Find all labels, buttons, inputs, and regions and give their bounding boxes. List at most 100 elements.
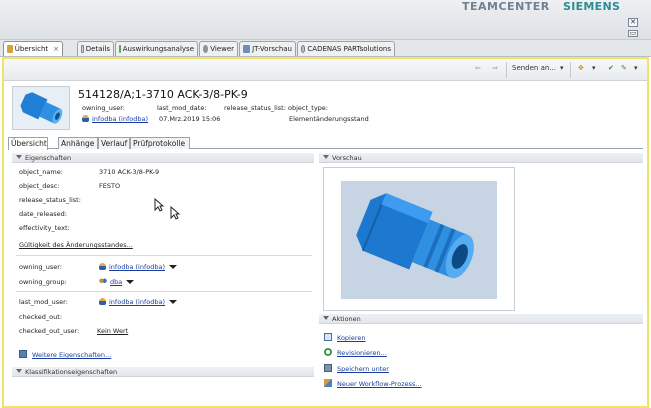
send-to-dropdown-icon[interactable]: ▾ <box>560 64 564 72</box>
copy-icon <box>324 333 332 341</box>
divider <box>16 291 312 292</box>
refresh-dropdown-icon[interactable]: ▾ <box>592 64 596 72</box>
tab-label: Übersicht <box>14 45 49 53</box>
classification-section-header[interactable]: Klassifikationseigenschaften <box>12 367 314 377</box>
properties-section-header[interactable]: Eigenschaften <box>12 153 314 163</box>
send-to-button[interactable]: Senden an... <box>512 64 556 72</box>
owning-user-label: owning_user: <box>19 263 62 271</box>
object-title: 514128/A;1-3710 ACK-3/8-PK-9 <box>78 88 248 101</box>
tab-uebersicht[interactable]: Übersicht × <box>3 41 63 56</box>
action-speichern-unter[interactable]: Speichern unter <box>324 364 389 373</box>
action-kopieren[interactable]: Kopieren <box>324 333 366 342</box>
action-neuer-workflow[interactable]: Neuer Workflow-Prozess... <box>324 379 422 388</box>
window-close-icon[interactable]: ✕ <box>628 18 638 27</box>
jt-preview-icon <box>243 45 251 53</box>
object-name-label: object_name: <box>19 168 63 176</box>
tab-jt-vorschau[interactable]: JT-Vorschau <box>239 41 296 56</box>
teamcenter-logo: TEAMCENTER <box>462 0 550 13</box>
checked-out-user-value[interactable]: Kein Wert <box>97 327 128 335</box>
subtab-uebersicht[interactable]: Übersicht <box>8 137 48 150</box>
collapse-icon <box>323 155 329 159</box>
collapse-icon <box>323 316 329 320</box>
header-label-object-type: object_type: <box>288 104 328 112</box>
overview-icon <box>7 45 13 53</box>
divider <box>16 255 312 256</box>
tab-auswirkungsanalyse[interactable]: Auswirkungsanalyse <box>115 41 198 56</box>
tab-label: Viewer <box>210 45 234 53</box>
editor-toolbar: ⇐ ⇒ Senden an... ▾ ✥ ▾ ✔ ✎ ▾ <box>4 59 647 81</box>
preview-section-header[interactable]: Vorschau <box>319 153 643 163</box>
collapse-icon <box>16 155 22 159</box>
refresh-icon[interactable]: ✥ <box>578 64 584 72</box>
subtab-verlauf[interactable]: Verlauf <box>98 137 130 149</box>
toolbar-divider <box>570 62 571 78</box>
window-restore-icon[interactable]: ▭ <box>628 30 638 37</box>
forward-arrow-icon[interactable]: ⇒ <box>492 64 498 72</box>
header-label-release-status: release_status_list: <box>224 104 286 112</box>
part-thumbnail <box>12 86 70 130</box>
owning-group-field[interactable]: dba <box>99 278 135 286</box>
check-icon[interactable]: ✔ <box>608 64 614 72</box>
tab-label: Auswirkungsanalyse <box>122 45 194 53</box>
revise-icon <box>324 348 332 356</box>
back-arrow-icon[interactable]: ⇐ <box>475 64 481 72</box>
tab-label: CADENAS PARTsolutions <box>307 45 391 53</box>
owning-user-dropdown-icon[interactable] <box>169 265 177 269</box>
details-icon <box>81 45 84 53</box>
part-preview-image[interactable] <box>341 181 497 299</box>
subtab-anhaenge[interactable]: Anhänge <box>58 137 98 149</box>
cadenas-icon <box>301 45 306 53</box>
checked-out-user-label: checked_out_user: <box>19 327 80 335</box>
siemens-logo: SIEMENS <box>563 0 621 13</box>
date-released-label: date_released: <box>19 210 67 218</box>
tab-label: JT-Vorschau <box>252 45 292 53</box>
summary-editor: ⇐ ⇒ Senden an... ▾ ✥ ▾ ✔ ✎ ▾ 514128/A;1-… <box>2 57 649 408</box>
tab-cadenas[interactable]: CADENAS PARTsolutions <box>297 41 395 56</box>
more-properties-icon <box>19 350 27 358</box>
toolbar-divider <box>506 62 507 78</box>
viewer-icon <box>203 45 209 53</box>
preview-panel <box>323 167 515 311</box>
effectivity-text-label: effectivity_text: <box>19 224 70 232</box>
object-desc-value: FESTO <box>99 182 121 190</box>
action-revisionieren[interactable]: Revisionieren... <box>324 348 387 357</box>
header-label-last-mod-date: last_mod_date: <box>157 104 207 112</box>
owning-user-field[interactable]: infodba (infodba) <box>99 263 177 271</box>
actions-section-header[interactable]: Aktionen <box>319 314 643 324</box>
object-name-value: 3710 ACK-3/8-PK-9 <box>99 168 160 176</box>
header-owning-user-link[interactable]: infodba (infodba) <box>82 115 148 123</box>
subtab-pruefprotokolle[interactable]: Prüfprotokolle <box>130 137 190 149</box>
header-object-type-value: Elementänderungsstand <box>289 115 369 123</box>
close-icon[interactable]: × <box>53 45 59 53</box>
editor-tab-bar: Übersicht × Details Auswirkungsanalyse V… <box>0 40 651 57</box>
owning-group-label: owning_group: <box>19 278 67 286</box>
header-label-owning-user: owning_user: <box>82 104 125 112</box>
impact-analysis-icon <box>119 45 121 53</box>
object-header: 514128/A;1-3710 ACK-3/8-PK-9 owning_user… <box>8 84 643 134</box>
last-mod-user-label: last_mod_user: <box>19 298 68 306</box>
mouse-pointer-icon <box>154 198 164 212</box>
header-last-mod-date-value: 07.Mrz.2019 15:06 <box>159 115 221 123</box>
save-as-icon <box>324 364 332 372</box>
last-mod-user-field[interactable]: infodba (infodba) <box>99 298 177 306</box>
user-icon <box>99 263 106 270</box>
user-icon <box>99 298 106 305</box>
workflow-icon <box>324 379 332 387</box>
last-mod-user-dropdown-icon[interactable] <box>169 300 177 304</box>
more-properties-link[interactable]: Weitere Eigenschaften... <box>19 350 111 359</box>
tab-details[interactable]: Details <box>77 41 114 56</box>
owning-group-dropdown-icon[interactable] <box>126 280 135 284</box>
collapse-icon <box>16 369 22 373</box>
validity-link[interactable]: Gültigkeit des Änderungsstandes... <box>19 241 133 249</box>
app-banner: TEAMCENTER SIEMENS ✕ ▭ <box>0 0 651 40</box>
tab-label: Details <box>85 45 110 53</box>
menu-dropdown-icon[interactable]: ▾ <box>634 64 638 72</box>
summary-subtabs: Übersicht Anhänge Verlauf Prüfprotokolle <box>8 137 643 150</box>
mouse-pointer-icon <box>170 206 180 220</box>
group-icon <box>99 278 107 285</box>
edit-icon[interactable]: ✎ <box>621 64 627 72</box>
object-desc-label: object_desc: <box>19 182 60 190</box>
user-icon <box>82 115 89 122</box>
tab-viewer[interactable]: Viewer <box>199 41 238 56</box>
checked-out-label: checked_out: <box>19 313 63 321</box>
